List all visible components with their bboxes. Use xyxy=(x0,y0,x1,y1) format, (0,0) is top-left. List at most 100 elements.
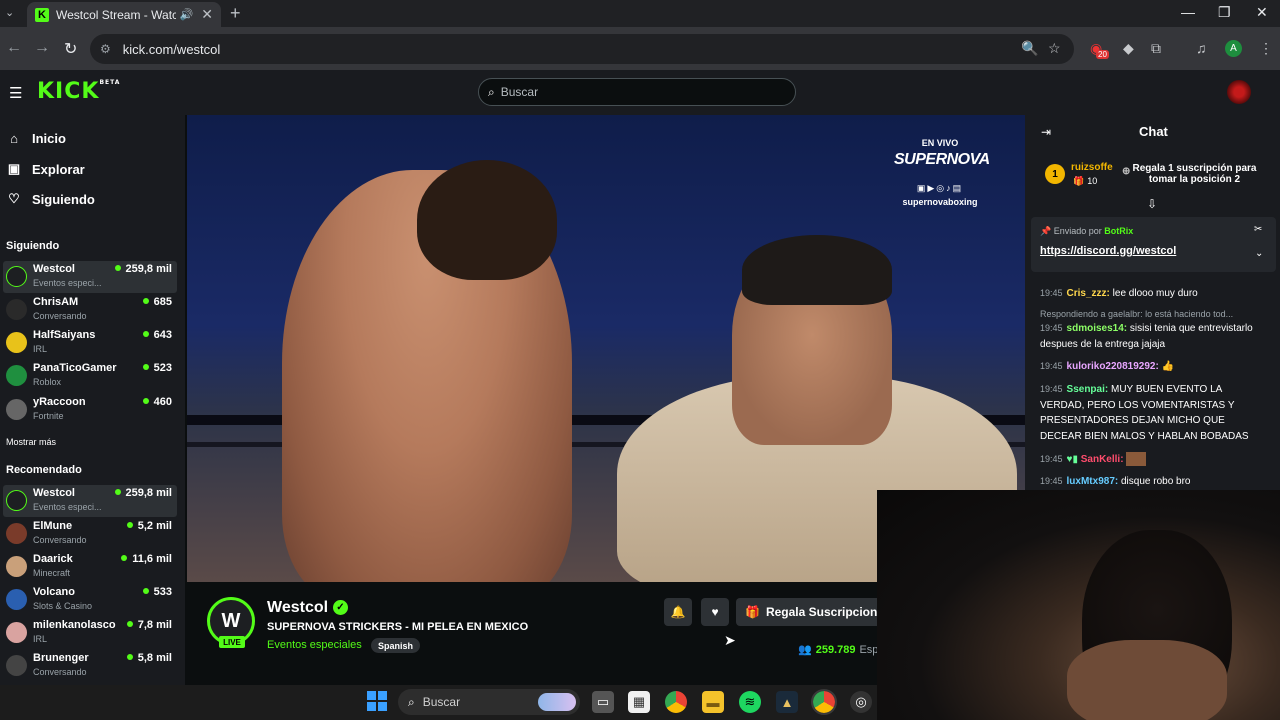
avatar xyxy=(6,490,27,511)
badge-icons: ♥▮ xyxy=(1066,454,1081,465)
extension-diamond-icon[interactable]: ◆ xyxy=(1123,40,1134,57)
chat-message: 19:45 Cris_zzz: lee dlooo muy duro xyxy=(1040,288,1198,299)
heart-icon: ♥ xyxy=(711,605,719,619)
browser-tab-active[interactable]: K Westcol Stream - Watch Live 🔊 ✕ xyxy=(27,2,221,27)
live-overlay-text: EN VIVO xyxy=(921,138,959,148)
task-view-icon[interactable]: ▭ xyxy=(592,691,614,713)
zoom-icon[interactable]: 🔍 xyxy=(1021,40,1038,57)
spotify-icon[interactable]: ≋ xyxy=(739,691,761,713)
overlay-handle: supernovaboxing xyxy=(902,197,978,207)
gift-icon: 🎁 xyxy=(745,605,760,619)
avatar xyxy=(6,266,27,287)
notification-bell-button[interactable]: 🔔 xyxy=(664,598,692,626)
gift-sub-prompt[interactable]: ⊕ Regala 1 suscripción para tomar la pos… xyxy=(1122,163,1267,185)
collapse-chat-icon[interactable]: ⇥ xyxy=(1041,125,1051,139)
browser-profile-avatar[interactable]: A xyxy=(1225,40,1242,57)
leaderboard-username[interactable]: ruizsoffe xyxy=(1071,162,1113,173)
minimize-button[interactable]: — xyxy=(1181,4,1195,20)
show-more-link[interactable]: Mostrar más xyxy=(6,437,56,447)
emote-icon: 👍 xyxy=(1161,361,1175,372)
user-avatar[interactable] xyxy=(1227,80,1251,104)
emote-icon xyxy=(1126,452,1147,467)
pinned-by-label: 📌 Enviado por BotRix xyxy=(1040,226,1134,236)
forward-button[interactable]: → xyxy=(34,39,50,57)
pinned-toggle-icon[interactable]: ⇩ xyxy=(1147,197,1157,211)
nav-explorar[interactable]: ▣ Explorar xyxy=(7,161,85,177)
chat-title: Chat xyxy=(1139,124,1168,139)
chat-message: 19:45 ♥▮ SanKelli: xyxy=(1040,452,1268,468)
kick-logo[interactable]: KICKBETA xyxy=(37,79,120,104)
windows-start-icon[interactable] xyxy=(367,691,387,711)
viewers-icon: 👥 xyxy=(798,644,812,656)
avatar xyxy=(6,523,27,544)
sidebar-channel-volcano[interactable]: Volcano Slots & Casino 533 xyxy=(3,584,177,616)
sidebar-channel-westcol[interactable]: Westcol Eventos especi... 259,8 mil xyxy=(3,261,177,293)
heart-icon: ♡ xyxy=(8,191,20,206)
obs-icon[interactable]: ◎ xyxy=(850,691,872,713)
extension-badge: 20 xyxy=(1096,50,1109,59)
pinned-link[interactable]: https://discord.gg/westcol xyxy=(1040,245,1176,257)
sidebar-channel-yraccoon[interactable]: yRaccoon Fortnite 460 xyxy=(3,394,177,426)
webcam-overlay xyxy=(877,490,1280,720)
bookmark-star-icon[interactable]: ☆ xyxy=(1048,40,1061,57)
file-explorer-icon[interactable]: ▬ xyxy=(702,691,724,713)
browser-menu-icon[interactable]: ⋮ xyxy=(1259,40,1273,57)
gift-icon: ⊕ xyxy=(1122,166,1131,177)
avatar xyxy=(6,365,27,386)
hamburger-menu-icon[interactable]: ☰ xyxy=(9,84,22,102)
follow-heart-button[interactable]: ♥ xyxy=(701,598,729,626)
avatar xyxy=(6,655,27,676)
chat-message: 19:45 Ssenpai: MUY BUEN EVENTO LA VERDAD,… xyxy=(1040,384,1249,442)
bell-icon: 🔔 xyxy=(670,605,686,619)
browse-icon: ▣ xyxy=(7,161,21,176)
person-hand xyxy=(1067,640,1227,720)
chat-message: 19:45 sdmoises14: sisisi tenia que entrev… xyxy=(1040,323,1253,350)
app-icon[interactable]: ▲ xyxy=(776,691,798,713)
chevron-down-icon[interactable]: ⌄ xyxy=(1255,248,1263,259)
leaderboard-rank-badge: 1 xyxy=(1045,164,1065,184)
nav-siguiendo[interactable]: ♡ Siguiendo xyxy=(7,191,95,207)
nav-inicio[interactable]: ⌂ Inicio xyxy=(7,131,66,146)
chrome-icon[interactable] xyxy=(665,691,687,713)
new-tab-button[interactable]: + xyxy=(230,3,241,24)
site-search-input[interactable]: ⌕ Buscar xyxy=(478,78,796,106)
chrome-profile-icon[interactable] xyxy=(811,689,837,715)
gift-subscriptions-button[interactable]: 🎁 Regala Suscripciones xyxy=(736,598,877,626)
store-icon[interactable]: ▦ xyxy=(628,691,650,713)
tab-search-icon[interactable]: ⌄ xyxy=(5,6,14,19)
language-tag[interactable]: Spanish xyxy=(371,638,421,653)
sidebar-channel-halfsaiyans[interactable]: HalfSaiyans IRL 643 xyxy=(3,327,177,359)
site-info-icon[interactable]: ⚙ xyxy=(100,42,111,56)
chat-message: 19:45 luxMtx987: disque robo bro xyxy=(1040,476,1191,487)
search-icon: ⌕ xyxy=(408,694,415,709)
back-button[interactable]: ← xyxy=(6,39,22,57)
unpin-icon[interactable]: ✂ xyxy=(1254,224,1262,235)
close-tab-icon[interactable]: ✕ xyxy=(201,6,213,23)
address-bar[interactable]: ⚙ kick.com/westcol xyxy=(90,34,1074,64)
media-control-icon[interactable]: ♫ xyxy=(1196,40,1207,56)
channel-name[interactable]: Westcol xyxy=(267,599,328,617)
recommended-heading: Recomendado xyxy=(6,464,82,476)
reload-button[interactable]: ↻ xyxy=(64,39,77,59)
stream-category-link[interactable]: Eventos especiales xyxy=(267,639,362,651)
close-window-button[interactable]: ✕ xyxy=(1256,4,1268,21)
home-icon: ⌂ xyxy=(10,131,18,146)
gift-icon: 🎁 xyxy=(1073,176,1085,186)
sidebar-channel-elmune[interactable]: ElMune Conversando 5,2 mil xyxy=(3,518,177,550)
supernova-logo: SUPERNOVA xyxy=(894,151,990,168)
sidebar-channel-daarick[interactable]: Daarick Minecraft 11,6 mil xyxy=(3,551,177,583)
sidebar-channel-brunenger[interactable]: Brunenger Conversando 5,8 mil xyxy=(3,650,177,682)
sidebar-channel-westcol-recommended[interactable]: Westcol Eventos especi... 259,8 mil xyxy=(3,485,177,517)
reply-context[interactable]: Respondiendo a gaelalbr: lo está haciend… xyxy=(1040,309,1265,319)
audio-playing-icon[interactable]: 🔊 xyxy=(180,8,194,21)
sidebar-channel-chrisam[interactable]: ChrisAM Conversando 685 xyxy=(3,294,177,326)
boxer-hair xyxy=(417,160,557,280)
maximize-button[interactable]: ❐ xyxy=(1218,4,1231,21)
extensions-puzzle-icon[interactable]: ⧉ xyxy=(1151,40,1161,57)
taskbar-search[interactable]: ⌕ Buscar xyxy=(398,689,580,715)
avatar xyxy=(6,332,27,353)
tab-title: Westcol Stream - Watch Live xyxy=(56,7,176,22)
sidebar-channel-panaticogamer[interactable]: PanaTicoGamer Roblox 523 xyxy=(3,360,177,392)
kick-favicon-icon: K xyxy=(35,7,49,22)
sidebar-channel-milenkanolasco[interactable]: milenkanolasco IRL 7,8 mil xyxy=(3,617,177,649)
